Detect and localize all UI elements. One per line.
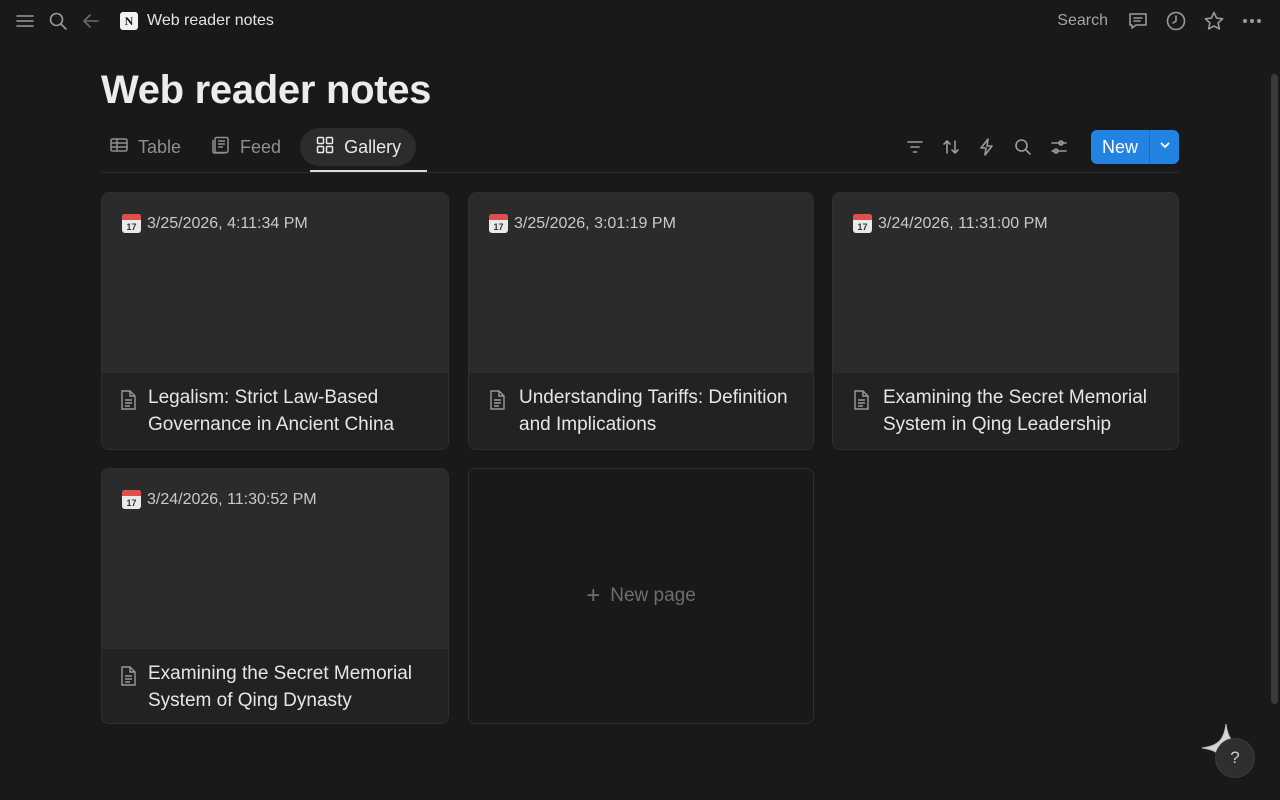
menu-icon[interactable] bbox=[11, 7, 39, 35]
notion-logo-icon: N bbox=[120, 12, 138, 30]
search-icon[interactable] bbox=[1009, 133, 1037, 161]
gallery-card[interactable]: 17 3/24/2026, 11:30:52 PM Examining the … bbox=[101, 468, 449, 724]
card-date: 17 3/24/2026, 11:31:00 PM bbox=[853, 214, 1048, 233]
view-tabs: Table Feed Gallery bbox=[109, 128, 417, 166]
card-date: 17 3/25/2026, 4:11:34 PM bbox=[122, 214, 308, 233]
calendar-icon: 17 bbox=[122, 490, 141, 509]
breadcrumb[interactable]: N Web reader notes bbox=[120, 12, 274, 30]
search-icon[interactable] bbox=[44, 7, 72, 35]
search-button[interactable]: Search bbox=[1057, 12, 1108, 30]
page-document-icon bbox=[118, 389, 138, 416]
card-title: Examining the Secret Memorial System in … bbox=[883, 387, 1147, 435]
top-bar-left: N Web reader notes bbox=[11, 7, 274, 35]
gallery-icon bbox=[315, 135, 335, 160]
star-icon[interactable] bbox=[1200, 7, 1228, 35]
help-button[interactable]: ? bbox=[1215, 738, 1255, 778]
page-title[interactable]: Web reader notes bbox=[101, 68, 431, 113]
scrollbar-thumb[interactable] bbox=[1271, 74, 1278, 704]
gallery-card[interactable]: 17 3/24/2026, 11:31:00 PM Examining the … bbox=[832, 192, 1179, 450]
breadcrumb-title: Web reader notes bbox=[147, 12, 274, 29]
table-icon bbox=[109, 135, 129, 160]
tab-label: Feed bbox=[240, 136, 282, 157]
sort-icon[interactable] bbox=[937, 133, 965, 161]
new-dropdown-button[interactable] bbox=[1149, 130, 1179, 164]
page-document-icon bbox=[851, 389, 871, 416]
new-page-card[interactable]: + New page bbox=[468, 468, 814, 724]
card-date-text: 3/25/2026, 3:01:19 PM bbox=[514, 214, 676, 232]
comments-icon[interactable] bbox=[1124, 7, 1152, 35]
card-date-text: 3/25/2026, 4:11:34 PM bbox=[147, 214, 308, 232]
view-toolbar: New bbox=[901, 130, 1179, 164]
card-date: 17 3/24/2026, 11:30:52 PM bbox=[122, 490, 317, 509]
settings-sliders-icon[interactable] bbox=[1045, 133, 1073, 161]
plus-icon: + bbox=[586, 582, 601, 609]
tab-label: Gallery bbox=[344, 136, 402, 157]
card-date-text: 3/24/2026, 11:30:52 PM bbox=[147, 490, 317, 508]
gallery-card[interactable]: 17 3/25/2026, 4:11:34 PM Legalism: Stric… bbox=[101, 192, 449, 450]
new-page-label: New page bbox=[610, 585, 696, 606]
card-date-text: 3/24/2026, 11:31:00 PM bbox=[878, 214, 1048, 232]
tab-feed[interactable]: Feed bbox=[200, 128, 292, 166]
history-clock-icon[interactable] bbox=[1162, 7, 1190, 35]
more-options-icon[interactable] bbox=[1238, 7, 1266, 35]
gallery-card[interactable]: 17 3/25/2026, 3:01:19 PM Understanding T… bbox=[468, 192, 814, 450]
new-button[interactable]: New bbox=[1091, 130, 1149, 164]
top-bar-right: Search bbox=[1057, 7, 1266, 35]
calendar-icon: 17 bbox=[489, 214, 508, 233]
new-button-group: New bbox=[1090, 130, 1179, 164]
view-divider bbox=[101, 172, 1179, 173]
page-document-icon bbox=[118, 665, 138, 692]
feed-icon bbox=[211, 135, 231, 160]
calendar-icon: 17 bbox=[853, 214, 872, 233]
top-bar: N Web reader notes Search bbox=[0, 0, 1280, 42]
page-document-icon bbox=[487, 389, 507, 416]
chevron-down-icon bbox=[1158, 138, 1172, 157]
card-title: Legalism: Strict Law-Based Governance in… bbox=[148, 387, 395, 435]
card-date: 17 3/25/2026, 3:01:19 PM bbox=[489, 214, 676, 233]
scrollbar[interactable] bbox=[1270, 74, 1280, 704]
filter-icon[interactable] bbox=[901, 133, 929, 161]
card-title: Understanding Tariffs: Definition and Im… bbox=[519, 387, 788, 435]
tab-table[interactable]: Table bbox=[109, 128, 192, 166]
tab-label: Table bbox=[138, 136, 182, 157]
automation-lightning-icon[interactable] bbox=[973, 133, 1001, 161]
back-arrow-icon[interactable] bbox=[77, 7, 105, 35]
tab-gallery[interactable]: Gallery bbox=[300, 128, 417, 166]
card-title: Examining the Secret Memorial System of … bbox=[148, 663, 412, 711]
calendar-icon: 17 bbox=[122, 214, 141, 233]
